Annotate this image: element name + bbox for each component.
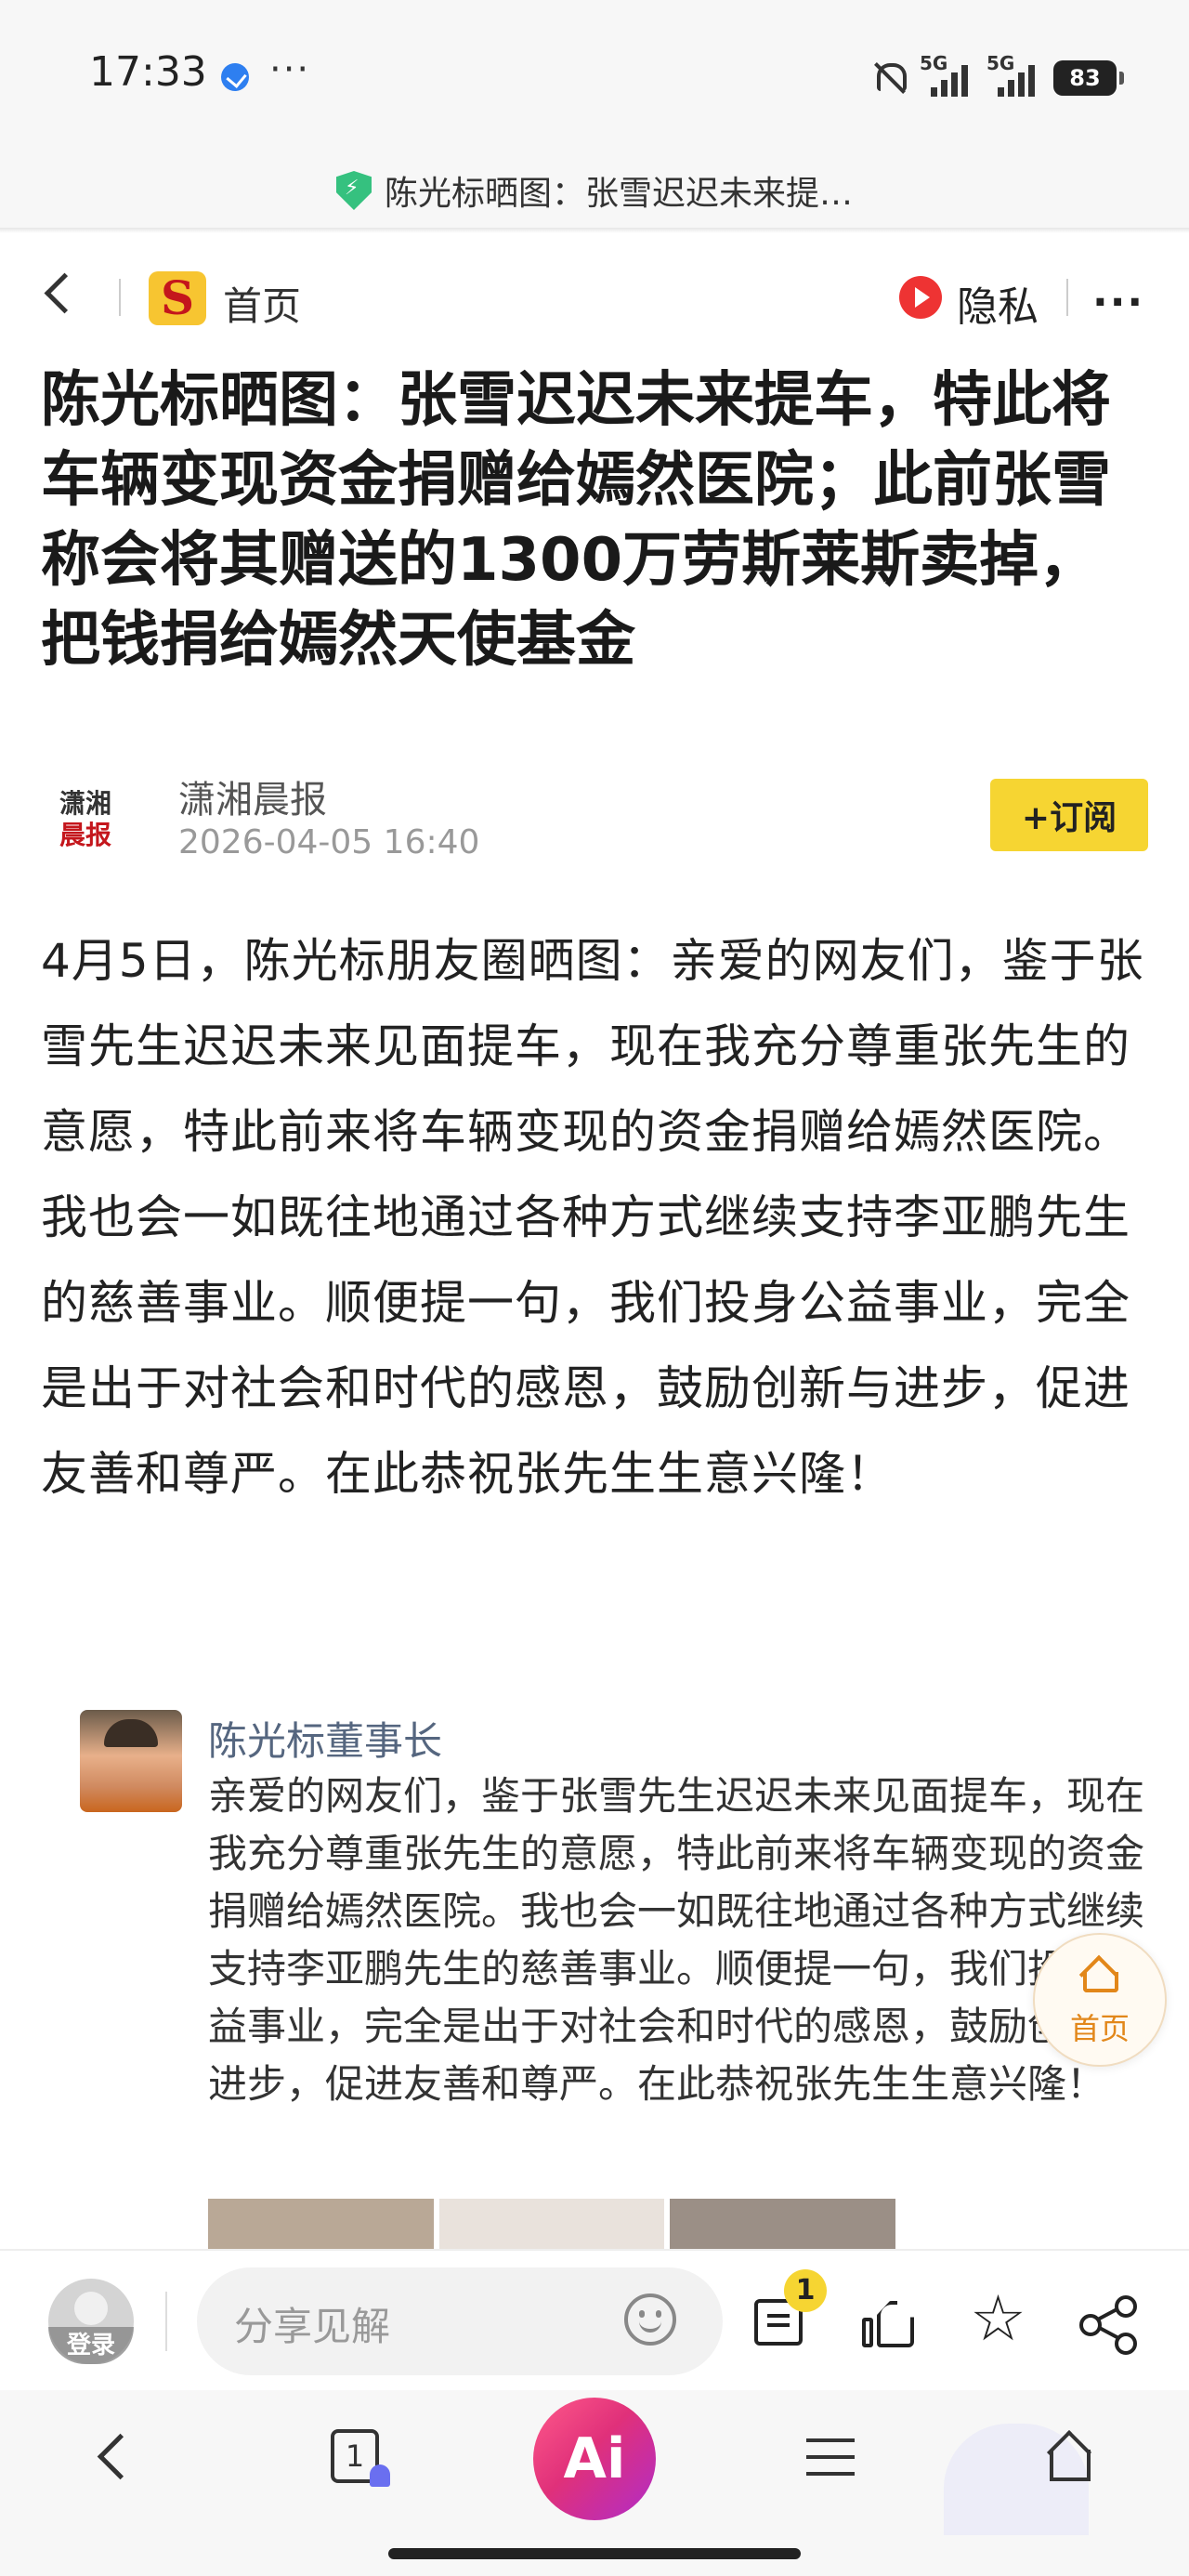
- float-home-label: 首页: [1069, 2011, 1130, 2046]
- signal-icon: 5G: [920, 52, 973, 100]
- article-body: 4月5日，陈光标朋友圈晒图：亲爱的网友们，鉴于张雪先生迟迟未来见面提车，现在我充…: [41, 934, 1144, 1501]
- float-home-button[interactable]: 首页: [1033, 1933, 1167, 2067]
- battery-icon: 83: [1053, 60, 1124, 96]
- more-icon[interactable]: ···: [1092, 279, 1144, 326]
- source-logo-text: 潇湘: [59, 788, 111, 819]
- thumbs-up-icon[interactable]: [862, 2295, 918, 2351]
- ai-button[interactable]: Ai: [533, 2398, 656, 2520]
- play-icon[interactable]: [899, 276, 942, 319]
- source-logo-text: 晨报: [59, 820, 111, 850]
- photo-strip: [208, 2199, 896, 2249]
- divider: [165, 2292, 167, 2351]
- comment-count-badge: 1: [784, 2269, 827, 2312]
- divider: [1066, 279, 1068, 316]
- home-icon: [1079, 1957, 1118, 1992]
- app-logo-icon[interactable]: S: [149, 271, 206, 325]
- emoji-icon[interactable]: [624, 2293, 676, 2346]
- home-icon[interactable]: [1046, 2431, 1094, 2483]
- star-icon[interactable]: ☆: [970, 2288, 1026, 2351]
- bell-off-icon: [871, 59, 907, 97]
- status-time: 17:33: [89, 48, 207, 96]
- publish-date: 2026-04-05 16:40: [178, 823, 480, 861]
- embed-author: 陈光标董事长: [208, 1718, 443, 1764]
- subscribe-button[interactable]: +订阅: [990, 779, 1148, 851]
- home-indicator[interactable]: [388, 2548, 801, 2559]
- menu-icon[interactable]: [806, 2438, 855, 2476]
- status-more-icon: ···: [269, 48, 311, 91]
- url-bar[interactable]: 陈光标晒图：张雪迟迟未来提…: [0, 153, 1189, 228]
- shield-icon: [335, 171, 372, 210]
- privacy-link[interactable]: 隐私: [957, 273, 1039, 333]
- status-icons: 5G 5G 83: [871, 52, 1124, 100]
- signal-icon: 5G: [986, 52, 1040, 100]
- divider: [119, 279, 121, 316]
- source-name[interactable]: 潇湘晨报: [178, 769, 327, 823]
- incognito-ghost-icon: [370, 2464, 390, 2487]
- embed-text: 亲爱的网友们，鉴于张雪先生迟迟未来见面提车，现在我充分尊重张先生的意愿，特此前来…: [208, 1773, 1145, 2107]
- article-headline: 陈光标晒图：张雪迟迟未来提车，特此将车辆变现资金捐赠给嫣然医院；此前张雪称会将其…: [41, 366, 1111, 675]
- embedded-image[interactable]: 陈光标董事长 亲爱的网友们，鉴于张雪先生迟迟未来见面提车，现在我充分尊重张先生的…: [46, 1673, 1161, 2249]
- home-link[interactable]: 首页: [223, 275, 301, 332]
- back-icon[interactable]: [44, 272, 85, 314]
- divider: [0, 228, 1189, 233]
- comment-placeholder[interactable]: 分享见解: [234, 2295, 390, 2352]
- source-logo[interactable]: 潇湘 晨报: [50, 788, 121, 855]
- url-title[interactable]: 陈光标晒图：张雪迟迟未来提…: [385, 166, 853, 215]
- avatar: [80, 1710, 182, 1812]
- check-badge-icon: [221, 63, 249, 91]
- share-icon[interactable]: [1079, 2293, 1137, 2355]
